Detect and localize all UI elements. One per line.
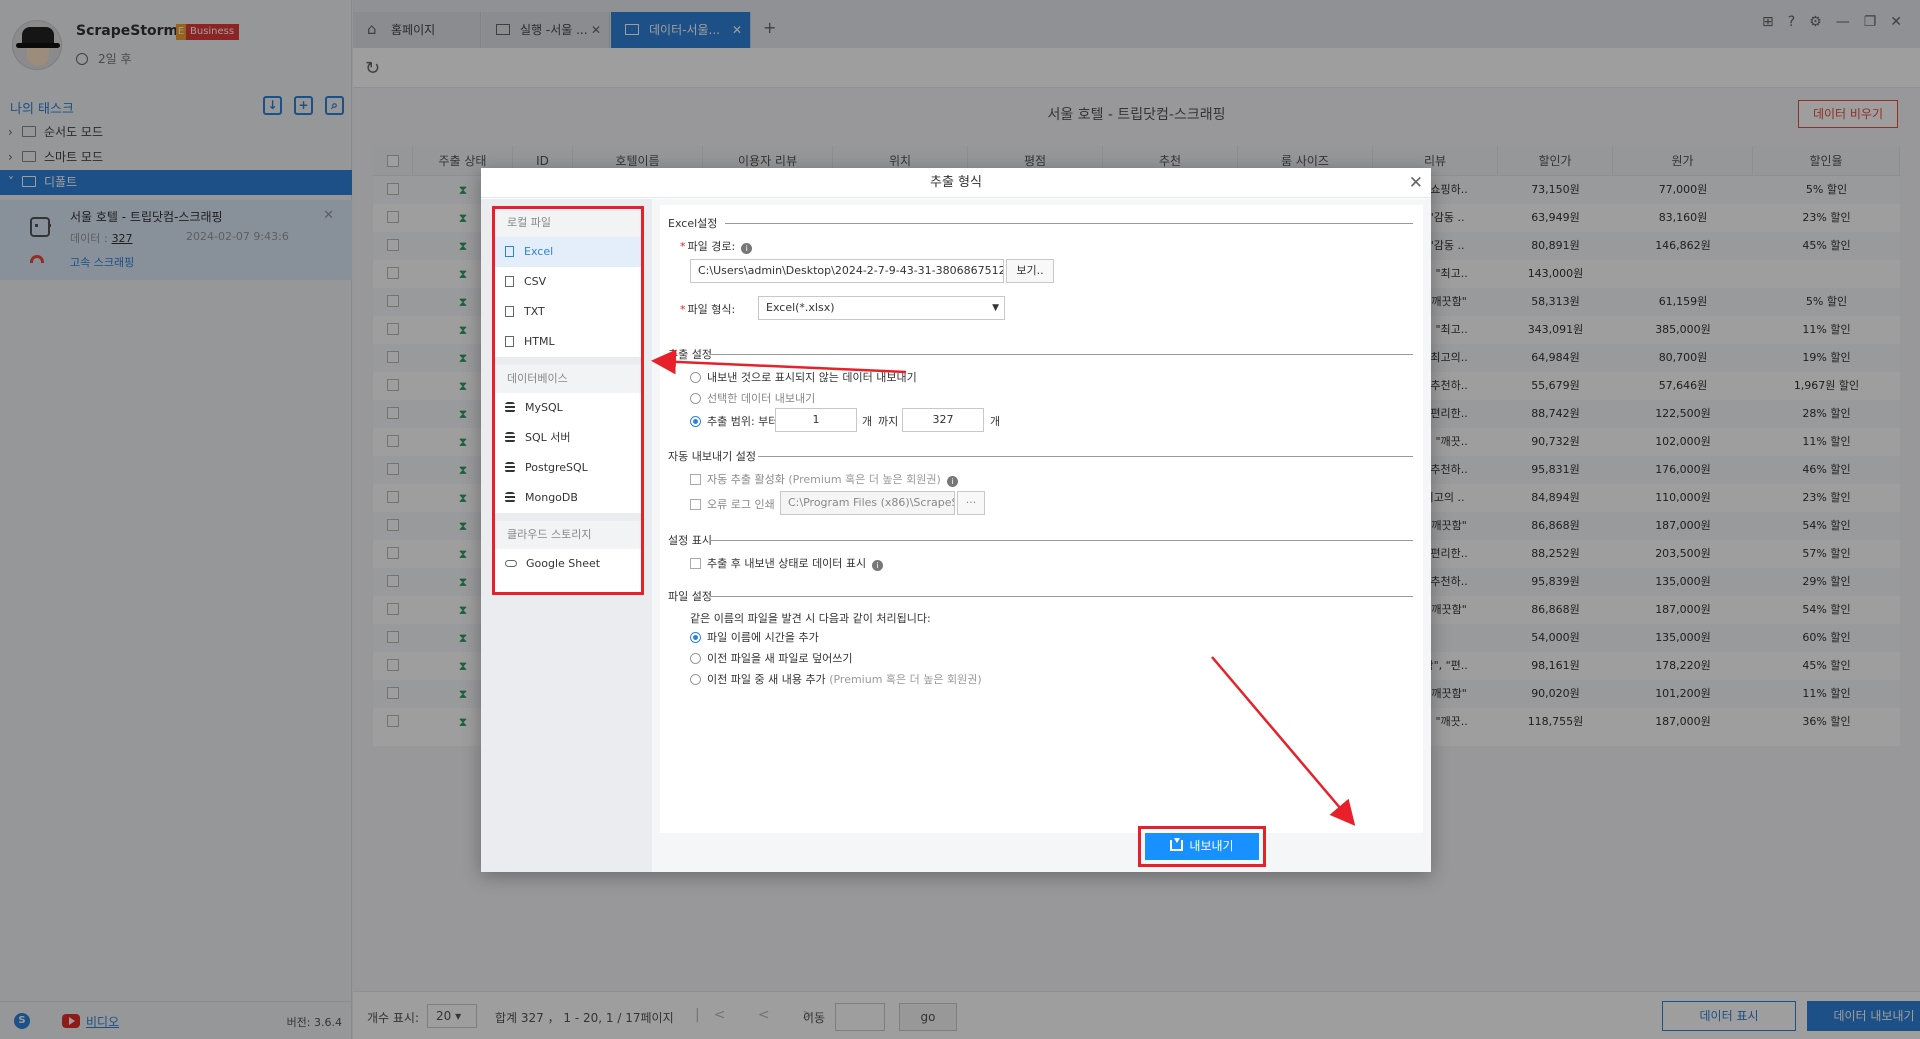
file-format-label: * 파일 형식: xyxy=(680,303,736,316)
format-option-txt[interactable]: TXT xyxy=(495,297,641,327)
annotation-highlight-box: 로컬 파일 Excel CSV TXT HTML 데이터베이스 MySQL SQ… xyxy=(492,206,644,595)
format-option-mysql[interactable]: MySQL xyxy=(495,393,641,423)
range-unit-label: 개 xyxy=(862,415,873,428)
format-list-panel: 로컬 파일 Excel CSV TXT HTML 데이터베이스 MySQL SQ… xyxy=(481,199,652,872)
radio-export-unexported[interactable]: 내보낸 것으로 표시되지 않는 데이터 내보내기 xyxy=(690,369,917,385)
error-log-checkbox[interactable]: 오류 로그 인쇄 xyxy=(690,496,775,512)
radio-export-range[interactable]: 추출 범위: 부터 xyxy=(690,413,778,429)
browse-button[interactable]: 보기.. xyxy=(1006,259,1054,283)
range-to-input[interactable]: 327 xyxy=(902,408,984,432)
info-icon[interactable]: i xyxy=(946,476,958,487)
caret-down-icon: ▼ xyxy=(992,303,999,313)
file-path-input[interactable]: C:\Users\admin\Desktop\2024-2-7-9-43-31-… xyxy=(690,259,1004,283)
error-log-browse-button[interactable]: ··· xyxy=(957,491,985,515)
display-settings-title: 설정 표시 xyxy=(668,534,712,547)
database-icon xyxy=(505,432,515,443)
file-settings-title: 파일 설정 xyxy=(668,590,712,603)
file-icon xyxy=(505,336,514,347)
radio-export-selected[interactable]: 선택한 데이터 내보내기 xyxy=(690,390,815,406)
group-cloud-storage: 클라우드 스토리지 xyxy=(495,521,641,549)
settings-panel: Excel설정 * 파일 경로: i C:\Users\admin\Desktop\… xyxy=(652,199,1431,872)
format-option-postgresql[interactable]: PostgreSQL xyxy=(495,453,641,483)
format-option-excel[interactable]: Excel xyxy=(495,237,641,267)
format-option-html[interactable]: HTML xyxy=(495,327,641,357)
cloud-icon xyxy=(505,560,517,567)
database-icon xyxy=(505,492,515,503)
auto-export-title: 자동 내보내기 설정 xyxy=(668,450,756,463)
format-option-mongodb[interactable]: MongoDB xyxy=(495,483,641,513)
dialog-title: 추출 형식 xyxy=(930,175,982,190)
format-option-google-sheet[interactable]: Google Sheet xyxy=(495,549,641,579)
auto-export-checkbox[interactable]: 자동 추출 활성화 (Premium 혹은 더 높은 회원권) i xyxy=(690,471,958,487)
group-local-files: 로컬 파일 xyxy=(495,209,641,237)
export-format-dialog: 추출 형식 ✕ 로컬 파일 Excel CSV TXT HTML 데이터베이스 … xyxy=(481,168,1431,872)
range-unit-label: 개 xyxy=(990,415,1001,428)
annotation-highlight-box: 내보내기 xyxy=(1138,826,1266,867)
error-log-path-input[interactable]: C:\Program Files (x86)\ScrapeStorm\ xyxy=(780,491,955,515)
file-icon xyxy=(505,306,514,317)
file-path-label: * 파일 경로: i xyxy=(680,238,753,254)
dialog-header: 추출 형식 ✕ xyxy=(481,168,1431,198)
range-to-label: 까지 xyxy=(878,415,899,428)
database-icon xyxy=(505,402,515,413)
format-option-sql-server[interactable]: SQL 서버 xyxy=(495,423,641,453)
duplicate-note: 같은 이름의 파일을 발견 시 다음과 같이 처리됩니다: xyxy=(690,612,931,625)
group-database: 데이터베이스 xyxy=(495,365,641,393)
database-icon xyxy=(505,462,515,473)
radio-overwrite[interactable]: 이전 파일을 새 파일로 덮어쓰기 xyxy=(690,650,853,666)
excel-settings-title: Excel설정 xyxy=(668,217,718,230)
info-icon[interactable]: i xyxy=(741,243,753,254)
format-option-csv[interactable]: CSV xyxy=(495,267,641,297)
range-from-input[interactable]: 1 xyxy=(775,408,857,432)
file-icon xyxy=(505,246,514,257)
download-icon xyxy=(1170,838,1184,851)
file-icon xyxy=(505,276,514,287)
export-button[interactable]: 내보내기 xyxy=(1145,833,1259,860)
radio-append-content[interactable]: 이전 파일 중 새 내용 추가 (Premium 혹은 더 높은 회원권) xyxy=(690,671,982,687)
close-icon[interactable]: ✕ xyxy=(1409,168,1423,198)
settings-content: Excel설정 * 파일 경로: i C:\Users\admin\Desktop\… xyxy=(660,205,1423,833)
file-format-select[interactable]: Excel(*.xlsx) ▼ xyxy=(758,296,1005,320)
radio-append-time[interactable]: 파일 이름에 시간을 추가 xyxy=(690,629,819,645)
mark-exported-checkbox[interactable]: 추출 후 내보낸 상태로 데이터 표시 i xyxy=(690,555,884,571)
info-icon[interactable]: i xyxy=(872,560,884,571)
extract-settings-title: 추출 설정 xyxy=(668,348,712,361)
